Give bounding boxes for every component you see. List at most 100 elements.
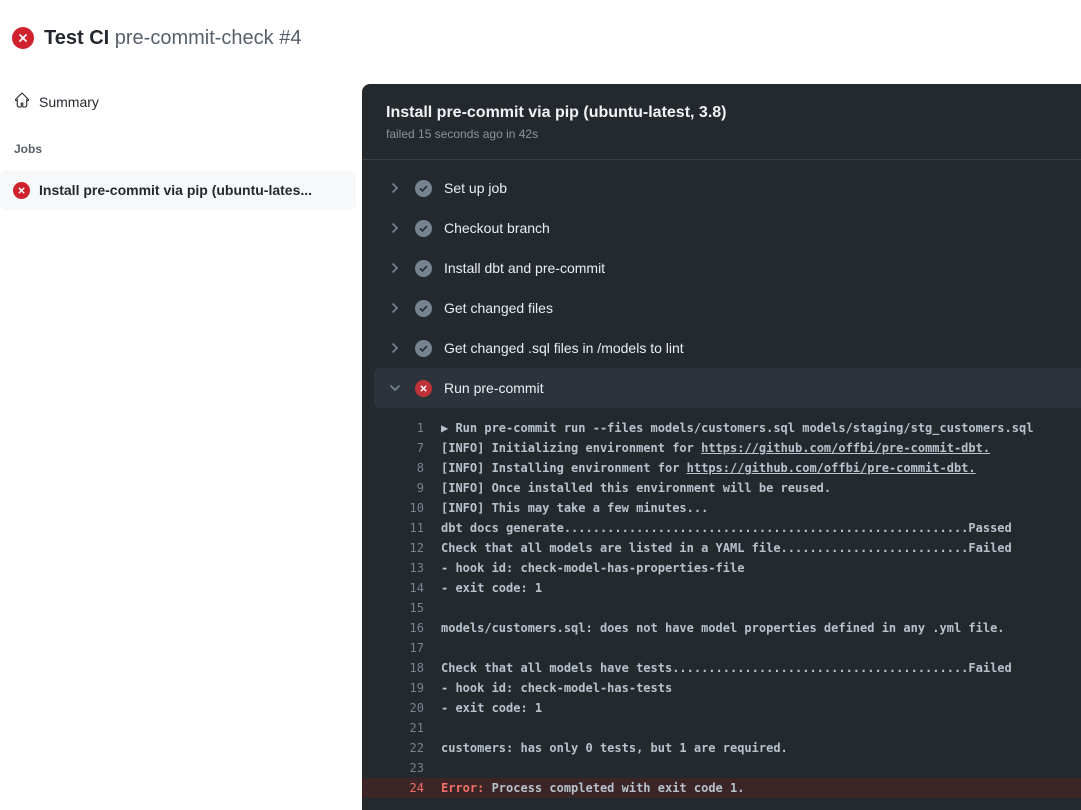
log-line-text: - exit code: 1 bbox=[424, 578, 542, 598]
log-line-number: 18 bbox=[362, 658, 424, 678]
sidebar-summary-label: Summary bbox=[39, 94, 99, 110]
log-line-text: Check that all models have tests........… bbox=[424, 658, 1012, 678]
check-circle-icon bbox=[415, 300, 432, 317]
log-line-text: dbt docs generate.......................… bbox=[424, 518, 1012, 538]
job-log-panel: Install pre-commit via pip (ubuntu-lates… bbox=[362, 84, 1081, 810]
log-line-text: - hook id: check-model-has-tests bbox=[424, 678, 672, 698]
job-failed-status-icon bbox=[13, 182, 30, 199]
step-label: Install dbt and pre-commit bbox=[444, 260, 605, 276]
log-line-number: 15 bbox=[362, 598, 424, 618]
log-line: 20 - exit code: 1 bbox=[362, 698, 1081, 718]
check-circle-icon bbox=[415, 220, 432, 237]
log-line: 7[INFO] Initializing environment for htt… bbox=[362, 438, 1081, 458]
log-line-text bbox=[424, 718, 441, 738]
log-line: 1▶ Run pre-commit run --files models/cus… bbox=[362, 418, 1081, 438]
step-row[interactable]: Set up job bbox=[362, 168, 1081, 208]
chevron-right-icon[interactable] bbox=[387, 300, 403, 316]
sidebar: Summary Jobs Install pre-commit via pip … bbox=[0, 76, 362, 810]
log-line: 24Error: Process completed with exit cod… bbox=[362, 778, 1081, 798]
log-text-segment: [INFO] Installing environment for bbox=[441, 461, 687, 475]
log-text-segment: - exit code: 1 bbox=[441, 581, 542, 595]
log-group-toggle-icon[interactable]: ▶ bbox=[441, 421, 455, 435]
sidebar-job-item-selected[interactable]: Install pre-commit via pip (ubuntu-lates… bbox=[0, 170, 356, 210]
x-circle-icon bbox=[415, 380, 432, 397]
log-text-segment: models/customers.sql: does not have mode… bbox=[441, 621, 1005, 635]
log-line-number: 20 bbox=[362, 698, 424, 718]
log-line-number: 1 bbox=[362, 418, 424, 438]
jobs-heading: Jobs bbox=[14, 142, 42, 156]
log-line: 23 bbox=[362, 758, 1081, 778]
log-line-number: 23 bbox=[362, 758, 424, 778]
step-row[interactable]: Run pre-commit bbox=[374, 368, 1081, 408]
log-text-segment: - exit code: 1 bbox=[441, 701, 542, 715]
log-line-number: 16 bbox=[362, 618, 424, 638]
log-line: 16 models/customers.sql: does not have mo… bbox=[362, 618, 1081, 638]
log-line-number: 17 bbox=[362, 638, 424, 658]
log-line-number: 10 bbox=[362, 498, 424, 518]
log-line-text: Error: Process completed with exit code … bbox=[424, 778, 744, 798]
log-line-text bbox=[424, 638, 441, 658]
chevron-right-icon[interactable] bbox=[387, 260, 403, 276]
log-text-segment: dbt docs generate.......................… bbox=[441, 521, 1012, 535]
log-link[interactable]: https://github.com/offbi/pre-commit-dbt. bbox=[687, 461, 976, 475]
error-label: Error: bbox=[441, 781, 484, 795]
log-line-text: Check that all models are listed in a YA… bbox=[424, 538, 1012, 558]
log-line-text: ▶ Run pre-commit run --files models/cust… bbox=[424, 418, 1033, 438]
log-line-number: 7 bbox=[362, 438, 424, 458]
log-text-segment: Run pre-commit run --files models/custom… bbox=[455, 421, 1033, 435]
log-line-text: - exit code: 1 bbox=[424, 698, 542, 718]
log-text-segment: [INFO] This may take a few minutes... bbox=[441, 501, 708, 515]
log-line-text bbox=[424, 598, 441, 618]
log-text-segment: Check that all models have tests........… bbox=[441, 661, 1012, 675]
log-line-text bbox=[424, 758, 441, 778]
log-viewer: 1▶ Run pre-commit run --files models/cus… bbox=[362, 408, 1081, 798]
log-text-segment: [INFO] Once installed this environment w… bbox=[441, 481, 831, 495]
log-line: 18 Check that all models have tests......… bbox=[362, 658, 1081, 678]
log-line: 8 [INFO] Installing environment for https… bbox=[362, 458, 1081, 478]
log-line: 17 bbox=[362, 638, 1081, 658]
log-line: 21 bbox=[362, 718, 1081, 738]
log-line-number: 24 bbox=[362, 778, 424, 798]
check-circle-icon bbox=[415, 340, 432, 357]
chevron-right-icon[interactable] bbox=[387, 340, 403, 356]
log-line: 10 [INFO] This may take a few minutes... bbox=[362, 498, 1081, 518]
log-line: 13- hook id: check-model-has-properties-… bbox=[362, 558, 1081, 578]
log-line: 9[INFO] Once installed this environment … bbox=[362, 478, 1081, 498]
log-line: 15 bbox=[362, 598, 1081, 618]
run-failed-status-icon bbox=[12, 27, 34, 49]
log-link[interactable]: https://github.com/offbi/pre-commit-dbt. bbox=[701, 441, 990, 455]
chevron-right-icon[interactable] bbox=[387, 180, 403, 196]
log-line-text: [INFO] This may take a few minutes... bbox=[424, 498, 708, 518]
step-list: Set up job Checkout branch Install dbt and… bbox=[362, 160, 1081, 408]
log-line-number: 13 bbox=[362, 558, 424, 578]
log-text-segment: Check that all models are listed in a YA… bbox=[441, 541, 1012, 555]
chevron-right-icon[interactable] bbox=[387, 220, 403, 236]
step-label: Run pre-commit bbox=[444, 380, 544, 396]
page-title: Test CI pre-commit-check #4 bbox=[44, 27, 302, 50]
chevron-down-icon[interactable] bbox=[387, 380, 403, 396]
log-line-text: models/customers.sql: does not have mode… bbox=[424, 618, 1005, 638]
check-circle-icon bbox=[415, 260, 432, 277]
step-row[interactable]: Get changed .sql files in /models to lin… bbox=[362, 328, 1081, 368]
log-line-text: - hook id: check-model-has-properties-fi… bbox=[424, 558, 744, 578]
step-row[interactable]: Get changed files bbox=[362, 288, 1081, 328]
log-line: 14 - exit code: 1 bbox=[362, 578, 1081, 598]
job-status-summary: failed 15 seconds ago in 42s bbox=[386, 127, 1057, 141]
job-item-label: Install pre-commit via pip (ubuntu-lates… bbox=[39, 182, 312, 198]
sidebar-item-summary[interactable]: Summary bbox=[14, 88, 99, 116]
log-line-number: 22 bbox=[362, 738, 424, 758]
step-row[interactable]: Install dbt and pre-commit bbox=[362, 248, 1081, 288]
job-title: Install pre-commit via pip (ubuntu-lates… bbox=[386, 103, 1057, 123]
workflow-name: Test CI bbox=[44, 27, 109, 49]
log-line: 19- hook id: check-model-has-tests bbox=[362, 678, 1081, 698]
log-line-text: [INFO] Once installed this environment w… bbox=[424, 478, 831, 498]
step-label: Set up job bbox=[444, 180, 507, 196]
log-line-number: 8 bbox=[362, 458, 424, 478]
log-line-text: [INFO] Initializing environment for http… bbox=[424, 438, 990, 458]
step-row[interactable]: Checkout branch bbox=[362, 208, 1081, 248]
log-line-number: 21 bbox=[362, 718, 424, 738]
log-line-number: 14 bbox=[362, 578, 424, 598]
step-label: Get changed files bbox=[444, 300, 553, 316]
log-line-number: 12 bbox=[362, 538, 424, 558]
check-circle-icon bbox=[415, 180, 432, 197]
